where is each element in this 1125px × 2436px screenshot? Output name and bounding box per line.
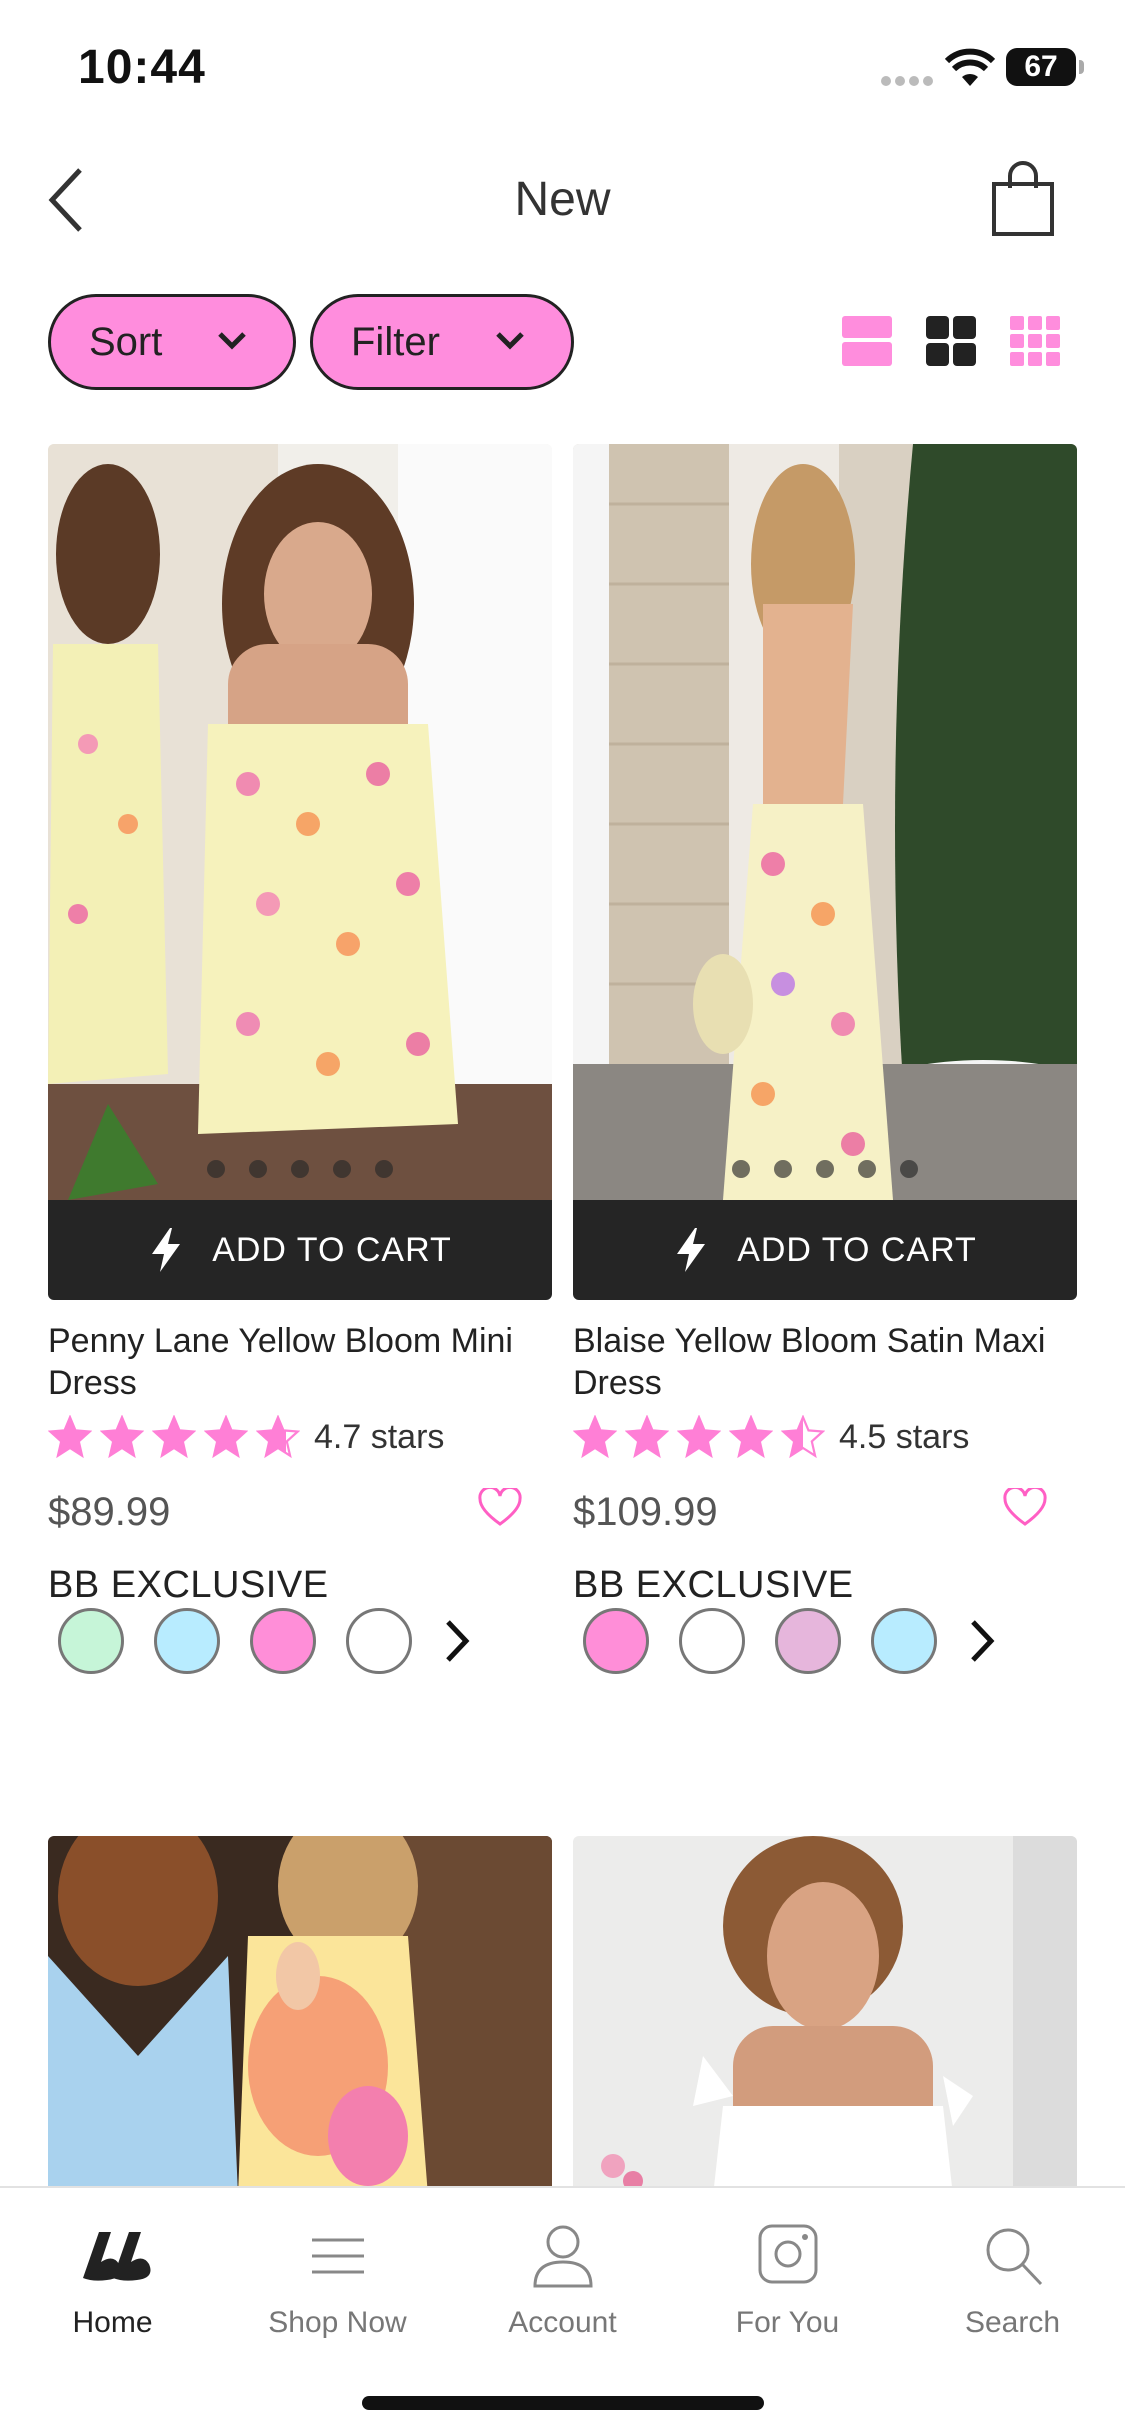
product-image[interactable] — [48, 444, 552, 1200]
add-to-cart-label: ADD TO CART — [212, 1230, 452, 1269]
star-icon — [204, 1415, 248, 1459]
tab-label: Home — [72, 2306, 153, 2339]
brand-logo-icon — [82, 2232, 150, 2281]
color-swatch[interactable] — [583, 1608, 649, 1674]
heart-icon[interactable] — [1003, 1488, 1047, 1528]
add-to-cart-button[interactable]: ADD TO CART — [48, 1200, 552, 1300]
tab-account[interactable]: Account — [450, 2218, 675, 2340]
tab-label: Shop Now — [268, 2306, 407, 2339]
three-column-grid-view-icon[interactable] — [1008, 314, 1062, 368]
product-name[interactable]: Penny Lane Yellow Bloom Mini Dress — [48, 1320, 552, 1404]
color-swatch[interactable] — [250, 1608, 316, 1674]
star-icon — [781, 1415, 825, 1459]
home-indicator[interactable] — [362, 2396, 764, 2410]
heart-icon[interactable] — [478, 1488, 522, 1528]
tab-for-you[interactable]: For You — [675, 2218, 900, 2340]
chevron-down-icon — [218, 332, 246, 350]
color-swatch[interactable] — [775, 1608, 841, 1674]
tab-search[interactable]: Search — [900, 2218, 1125, 2340]
shopping-bag-icon[interactable] — [988, 158, 1058, 238]
color-swatch[interactable] — [58, 1608, 124, 1674]
battery-indicator: 67 — [1006, 48, 1084, 86]
sort-button[interactable]: Sort — [48, 294, 296, 390]
status-time: 10:44 — [78, 41, 206, 94]
image-pagination-dots[interactable] — [48, 1160, 552, 1178]
product-price: $89.99 — [48, 1490, 171, 1534]
add-to-cart-button[interactable]: ADD TO CART — [573, 1200, 1077, 1300]
chevron-right-icon[interactable] — [442, 1616, 472, 1666]
chevron-right-icon[interactable] — [967, 1616, 997, 1666]
star-icon — [48, 1415, 92, 1459]
product-name[interactable]: Blaise Yellow Bloom Satin Maxi Dress — [573, 1320, 1077, 1404]
instagram-icon — [758, 2224, 817, 2284]
image-pagination-dots[interactable] — [573, 1160, 1077, 1178]
tab-label: Account — [508, 2306, 617, 2339]
single-column-view-icon[interactable] — [840, 314, 894, 368]
color-swatch[interactable] — [154, 1608, 220, 1674]
menu-icon — [311, 2238, 364, 2274]
search-icon — [986, 2228, 1042, 2286]
two-column-grid-view-icon[interactable] — [924, 314, 978, 368]
tab-home[interactable]: Home — [0, 2218, 225, 2340]
filter-label: Filter — [351, 320, 440, 364]
tab-label: Search — [964, 2306, 1061, 2339]
page-title: New — [514, 173, 611, 226]
nav-bar: New — [0, 140, 1125, 260]
status-bar: 10:44 67 — [0, 0, 1125, 140]
product-price: $109.99 — [573, 1490, 718, 1534]
lightning-icon — [677, 1228, 706, 1272]
color-swatches — [583, 1608, 997, 1674]
exclusive-badge: BB EXCLUSIVE — [48, 1564, 329, 1606]
add-to-cart-label: ADD TO CART — [737, 1230, 977, 1269]
star-icons — [573, 1415, 825, 1459]
product-image[interactable] — [48, 1836, 552, 2196]
sort-label: Sort — [89, 320, 163, 364]
color-swatch[interactable] — [346, 1608, 412, 1674]
signal-icon — [881, 76, 933, 86]
star-icon — [573, 1415, 617, 1459]
tab-shop-now[interactable]: Shop Now — [225, 2218, 450, 2340]
star-icon — [256, 1415, 300, 1459]
star-icon — [625, 1415, 669, 1459]
lightning-icon — [152, 1228, 181, 1272]
wifi-icon — [945, 48, 995, 86]
chevron-down-icon — [496, 332, 524, 350]
rating-label: 4.5 stars — [839, 1417, 970, 1456]
star-rating: 4.5 stars — [573, 1412, 969, 1462]
star-icons — [48, 1415, 300, 1459]
user-icon — [532, 2225, 593, 2288]
color-swatch[interactable] — [871, 1608, 937, 1674]
product-image[interactable] — [573, 444, 1077, 1200]
filter-button[interactable]: Filter — [310, 294, 574, 390]
star-icon — [152, 1415, 196, 1459]
star-icon — [729, 1415, 773, 1459]
star-rating: 4.7 stars — [48, 1412, 444, 1462]
exclusive-badge: BB EXCLUSIVE — [573, 1564, 854, 1606]
star-icon — [677, 1415, 721, 1459]
rating-label: 4.7 stars — [314, 1417, 445, 1456]
product-image[interactable] — [573, 1836, 1077, 2196]
color-swatch[interactable] — [679, 1608, 745, 1674]
color-swatches — [58, 1608, 472, 1674]
star-icon — [100, 1415, 144, 1459]
tab-label: For You — [735, 2306, 840, 2339]
